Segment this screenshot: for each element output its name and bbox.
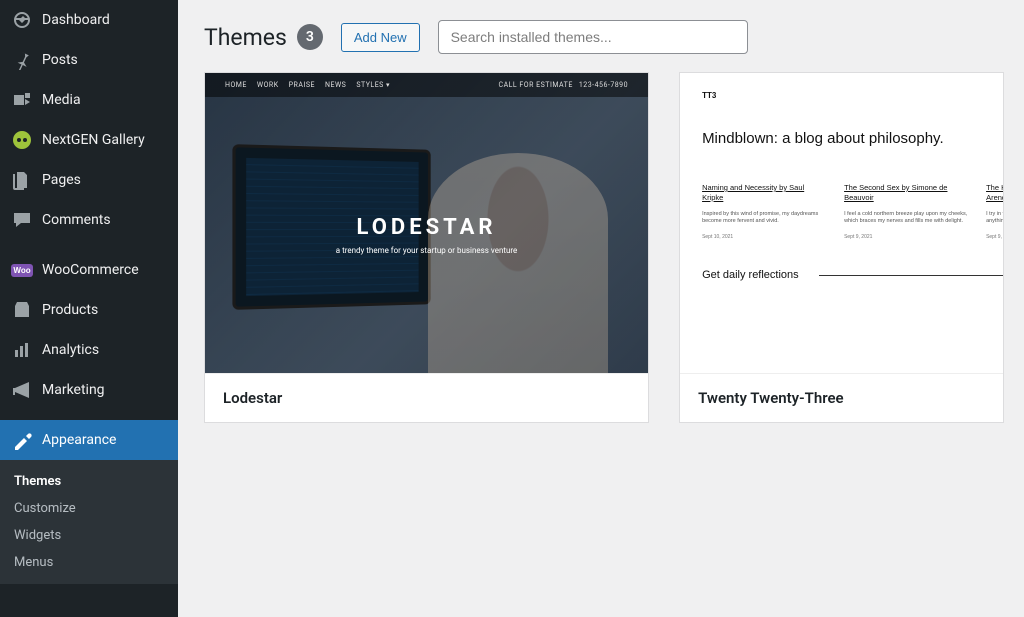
theme-name: Lodestar: [205, 373, 648, 422]
nav-label: Dashboard: [42, 12, 110, 28]
nextgen-icon: [12, 130, 32, 150]
mock-header: TT3 About Books All P: [702, 91, 1004, 100]
search-input[interactable]: [438, 20, 748, 54]
analytics-icon: [12, 340, 32, 360]
mock-hero: Mindblown: a blog about philosophy.: [702, 130, 1004, 147]
appearance-icon: [12, 430, 32, 450]
theme-card-lodestar[interactable]: HOME WORK PRAISE NEWS STYLES ▾ CALL FOR …: [204, 72, 649, 423]
submenu-widgets[interactable]: Widgets: [0, 522, 178, 549]
woo-icon: Woo: [12, 260, 32, 280]
nav-pages[interactable]: Pages: [0, 160, 178, 200]
nav-comments[interactable]: Comments: [0, 200, 178, 240]
pin-icon: [12, 50, 32, 70]
mock-footer: Get daily reflections: [702, 268, 1004, 282]
comments-icon: [12, 210, 32, 230]
title-text: Themes: [204, 24, 287, 51]
admin-sidebar: Dashboard Posts Media NextGEN Gallery Pa…: [0, 0, 178, 617]
nav-label: WooCommerce: [42, 262, 139, 278]
nav-products[interactable]: Products: [0, 290, 178, 330]
submenu-menus[interactable]: Menus: [0, 549, 178, 576]
media-icon: [12, 90, 32, 110]
theme-card-twentytwentythree[interactable]: TT3 About Books All P Mindblown: a blog …: [679, 72, 1004, 423]
page-header: Themes 3 Add New: [204, 20, 1004, 54]
products-icon: [12, 300, 32, 320]
nav-media[interactable]: Media: [0, 80, 178, 120]
add-new-button[interactable]: Add New: [341, 23, 420, 52]
appearance-submenu: Themes Customize Widgets Menus: [0, 460, 178, 584]
mock-columns: Naming and Necessity by Saul Kripke Insp…: [702, 183, 1004, 240]
theme-count-badge: 3: [297, 24, 323, 50]
theme-grid: HOME WORK PRAISE NEWS STYLES ▾ CALL FOR …: [204, 72, 1004, 423]
nav-label: Analytics: [42, 342, 99, 358]
nav-dashboard[interactable]: Dashboard: [0, 0, 178, 40]
nav-posts[interactable]: Posts: [0, 40, 178, 80]
nav-marketing[interactable]: Marketing: [0, 370, 178, 410]
nav-label: Media: [42, 92, 81, 108]
mock-tagline: a trendy theme for your startup or busin…: [336, 246, 518, 255]
nav-appearance[interactable]: Appearance: [0, 420, 178, 460]
nav-label: Pages: [42, 172, 81, 188]
mock-person: [428, 153, 608, 373]
dashboard-icon: [12, 10, 32, 30]
nav-nextgen[interactable]: NextGEN Gallery: [0, 120, 178, 160]
theme-screenshot: TT3 About Books All P Mindblown: a blog …: [680, 73, 1004, 373]
nav-woocommerce[interactable]: Woo WooCommerce: [0, 250, 178, 290]
nav-analytics[interactable]: Analytics: [0, 330, 178, 370]
nav-label: Products: [42, 302, 98, 318]
submenu-themes[interactable]: Themes: [0, 468, 178, 495]
pages-icon: [12, 170, 32, 190]
marketing-icon: [12, 380, 32, 400]
nav-label: Comments: [42, 212, 111, 228]
main-content: Themes 3 Add New HOME WORK PRAISE NEWS S…: [178, 0, 1024, 617]
nav-label: Appearance: [42, 432, 116, 448]
theme-screenshot: HOME WORK PRAISE NEWS STYLES ▾ CALL FOR …: [205, 73, 648, 373]
nav-label: Posts: [42, 52, 78, 68]
mock-title: LODESTAR: [357, 215, 497, 240]
submenu-customize[interactable]: Customize: [0, 495, 178, 522]
page-title: Themes 3: [204, 24, 323, 51]
mock-nav: HOME WORK PRAISE NEWS STYLES ▾ CALL FOR …: [205, 73, 648, 97]
nav-label: NextGEN Gallery: [42, 132, 145, 148]
nav-label: Marketing: [42, 382, 105, 398]
theme-name: Twenty Twenty-Three: [680, 373, 1003, 422]
